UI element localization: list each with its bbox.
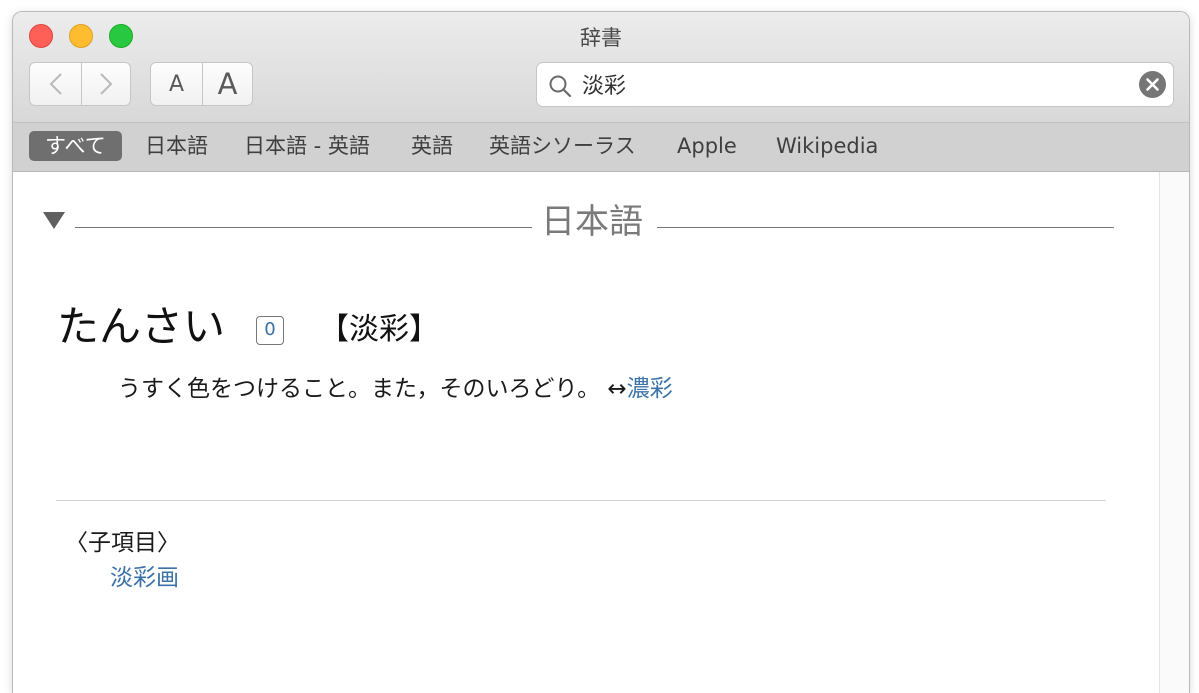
scope-apple[interactable]: Apple xyxy=(677,131,737,161)
antonym-arrow: ↔ xyxy=(607,376,627,402)
headword-kanji: 【淡彩】 xyxy=(319,312,439,347)
back-button[interactable] xyxy=(29,62,82,106)
section-rule-right xyxy=(657,227,1114,228)
search-field[interactable] xyxy=(536,62,1174,107)
scrollbar[interactable] xyxy=(1159,172,1189,693)
definition-body: うすく色をつけること。また，そのいろどり。 xyxy=(118,376,601,402)
accent-badge: 0 xyxy=(256,316,284,345)
scope-all[interactable]: すべて xyxy=(29,131,122,161)
scope-english[interactable]: 英語 xyxy=(411,131,453,161)
window-title: 辞書 xyxy=(580,26,622,50)
decrease-font-button[interactable]: A xyxy=(150,62,203,106)
toolbar: 辞書 A A xyxy=(13,12,1189,123)
section-rule-left xyxy=(75,227,532,228)
sub-item-link[interactable]: 淡彩画 xyxy=(110,561,179,595)
scope-japanese-english[interactable]: 日本語 - 英語 xyxy=(244,131,370,161)
forward-button[interactable] xyxy=(81,62,131,106)
dictionary-window: 辞書 A A すべて 日本語 xyxy=(13,12,1189,693)
clear-search-icon[interactable] xyxy=(1139,71,1166,98)
sub-items-heading: 〈子項目〉 xyxy=(65,530,180,556)
chevron-left-icon xyxy=(49,73,62,95)
section-title: 日本語 xyxy=(541,202,643,242)
headword: たんさい xyxy=(57,302,226,351)
divider xyxy=(56,500,1106,501)
source-scope-bar: すべて 日本語 日本語 - 英語 英語 英語シソーラス Apple Wikipe… xyxy=(13,123,1189,172)
search-icon xyxy=(549,75,572,98)
search-input[interactable] xyxy=(582,69,1122,99)
scope-japanese[interactable]: 日本語 xyxy=(145,131,208,161)
definition-text: うすく色をつけること。また，そのいろどり。 ↔濃彩 xyxy=(118,372,673,406)
scope-english-thesaurus[interactable]: 英語シソーラス xyxy=(489,131,636,161)
entry-content: 日本語 たんさい 0 【淡彩】 うすく色をつけること。また，そのいろどり。 ↔濃… xyxy=(13,172,1159,693)
increase-font-button[interactable]: A xyxy=(202,62,253,106)
antonym-link[interactable]: 濃彩 xyxy=(627,376,673,402)
chevron-right-icon xyxy=(100,73,113,95)
scope-wikipedia[interactable]: Wikipedia xyxy=(776,131,878,161)
disclosure-triangle-icon[interactable] xyxy=(43,212,65,229)
